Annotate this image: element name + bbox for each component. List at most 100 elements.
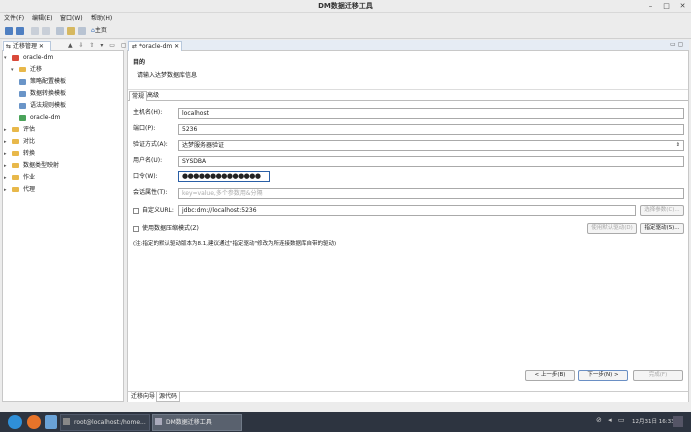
tree-item-transform-template[interactable]: 数据转换模板 <box>4 88 122 100</box>
tree-item-agent[interactable]: ▸ 代理 <box>4 184 122 196</box>
tree-item-assessment[interactable]: ▸ 评估 <box>4 124 122 136</box>
host-input[interactable]: localhost <box>178 108 684 119</box>
session-label: 会话属性(T): <box>133 189 168 196</box>
folder-icon <box>12 151 19 156</box>
next-button[interactable]: 下一步(N) > <box>578 370 628 381</box>
minimize-button[interactable]: – <box>646 2 655 11</box>
template-icon <box>19 102 26 109</box>
expand-icon: ▸ <box>4 139 7 145</box>
start-menu-icon[interactable] <box>8 415 22 429</box>
tray-icons[interactable]: ⊘ ◂ ▭ <box>596 416 626 424</box>
tree-item-oracle-dm-migration[interactable]: oracle-dm <box>4 112 122 124</box>
auth-label: 验证方式(A): <box>133 141 168 148</box>
panel-toolbar-icons[interactable]: ▲ ⇩ ⇧ ▾ ▭ ▢ <box>68 42 129 49</box>
maximize-button[interactable]: □ <box>662 2 671 11</box>
port-label: 端口(P): <box>133 125 156 132</box>
tree-item-jobs[interactable]: ▸ 作业 <box>4 172 122 184</box>
dm-tool-icon <box>155 418 162 425</box>
user-label: 用户名(U): <box>133 157 163 164</box>
folder-icon <box>12 163 19 168</box>
window-title: DM数据迁移工具 <box>318 2 373 10</box>
tab-source-code[interactable]: 源代码 <box>156 392 181 402</box>
cut-icon[interactable] <box>56 27 64 35</box>
save-icon[interactable] <box>5 27 13 35</box>
taskbar-item-dm-tool[interactable]: DM数据迁移工具 <box>152 414 242 431</box>
terminal-icon <box>63 418 70 425</box>
user-input[interactable]: SYSDBA <box>178 156 684 167</box>
expand-icon: ▸ <box>4 151 7 157</box>
session-input[interactable]: key=value,多个参数用&分隔 <box>178 188 684 199</box>
home-label: 主页 <box>94 27 107 34</box>
folder-icon <box>12 175 19 180</box>
expand-icon: ▸ <box>4 127 7 133</box>
custom-url-input[interactable]: jdbc:dm://localhost:5236 <box>178 205 636 216</box>
expand-icon: ▾ <box>4 55 7 61</box>
editor-tab-bar <box>127 40 689 51</box>
menu-help[interactable]: 帮助(H) <box>91 13 112 24</box>
custom-url-checkbox[interactable] <box>133 208 139 214</box>
tree-item-migration[interactable]: ▾ 迁移 <box>4 64 122 76</box>
browser-icon[interactable] <box>27 415 41 429</box>
tab-oracle-dm[interactable]: ⇄ *oracle-dm ✕ <box>128 41 182 51</box>
migration-icon <box>19 114 26 121</box>
password-input[interactable]: ●●●●●●●●●●●●●● <box>178 171 270 182</box>
tree-item-type-mapping[interactable]: ▸ 数据类型映射 <box>4 160 122 172</box>
project-tree: ▾ oracle-dm ▾ 迁移 策略配置模板 数据转换模板 语法规则模板 orac… <box>4 52 122 196</box>
default-driver-button[interactable]: 使用默认驱动(D) <box>587 223 637 234</box>
compress-label: 使用数据压缩模式(Z) <box>142 225 199 232</box>
auth-select[interactable]: 达梦服务器验证 ⇕ <box>178 140 684 151</box>
undo-icon[interactable] <box>31 27 39 35</box>
template-icon <box>19 90 26 97</box>
tree-item-syntax-template[interactable]: 语法规则模板 <box>4 100 122 112</box>
show-desktop-icon[interactable] <box>673 416 683 427</box>
tree-item-convert[interactable]: ▸ 转换 <box>4 148 122 160</box>
tab-migration-wizard[interactable]: 迁移向导 <box>129 392 157 402</box>
menu-file[interactable]: 文件(F) <box>4 13 24 24</box>
expand-icon: ▾ <box>11 67 14 73</box>
files-icon[interactable] <box>45 415 57 429</box>
port-input[interactable]: 5236 <box>178 124 684 135</box>
template-icon <box>19 78 26 85</box>
expand-icon: ▸ <box>4 175 7 181</box>
inner-tab-bar <box>128 90 688 101</box>
select-params-button[interactable]: 选择参数(C)... <box>640 205 684 216</box>
panel-icon: ⇆ <box>6 43 13 50</box>
tab-advanced[interactable]: 高级 <box>145 91 161 101</box>
folder-icon <box>12 187 19 192</box>
header-description: 请输入达梦数据库信息 <box>137 72 198 79</box>
menu-window[interactable]: 窗口(W) <box>60 13 83 24</box>
tree-item-oracle-dm[interactable]: ▾ oracle-dm <box>4 52 122 64</box>
migration-icon: ⇄ <box>132 43 139 50</box>
folder-icon <box>12 127 19 132</box>
password-label: 口令(W): <box>133 173 158 180</box>
copy-icon[interactable] <box>67 27 75 35</box>
header-title: 目的 <box>133 59 146 66</box>
save-all-icon[interactable] <box>16 27 24 35</box>
taskbar-clock: 12月31日 16:33 <box>632 419 675 425</box>
folder-icon <box>12 139 19 144</box>
tab-migration-management[interactable]: ⇆ 迁移管理 ✕ <box>3 41 51 51</box>
editor-minmax-icons[interactable]: ▭ ▢ <box>670 41 683 48</box>
specify-driver-button[interactable]: 指定驱动(S)... <box>640 223 684 234</box>
project-icon <box>12 54 19 61</box>
host-label: 主机名(H): <box>133 109 163 116</box>
driver-note: (注:指定的默认驱动版本为8.1,建议通过"指定驱动"修改为所连接数据库自带的驱… <box>133 241 337 247</box>
paste-icon[interactable] <box>78 27 86 35</box>
tree-item-compare[interactable]: ▸ 对比 <box>4 136 122 148</box>
expand-icon: ▸ <box>4 187 7 193</box>
taskbar-item-terminal[interactable]: root@localhost:/home... <box>60 414 150 431</box>
expand-icon: ▸ <box>4 163 7 169</box>
wizard-header <box>128 52 688 90</box>
home-button[interactable]: ⌂主页 <box>91 25 107 37</box>
finish-button[interactable]: 完成(F) <box>633 370 683 381</box>
back-button[interactable]: < 上一步(B) <box>525 370 575 381</box>
tree-item-policy-template[interactable]: 策略配置模板 <box>4 76 122 88</box>
folder-icon <box>19 67 26 72</box>
redo-icon[interactable] <box>42 27 50 35</box>
compress-checkbox[interactable] <box>133 226 139 232</box>
menu-edit[interactable]: 编辑(E) <box>32 13 52 24</box>
spinner-icon: ⇕ <box>675 142 680 148</box>
bottom-tab-bar <box>128 391 688 402</box>
close-button[interactable]: ✕ <box>678 2 687 11</box>
custom-url-label: 自定义URL: <box>142 207 174 214</box>
